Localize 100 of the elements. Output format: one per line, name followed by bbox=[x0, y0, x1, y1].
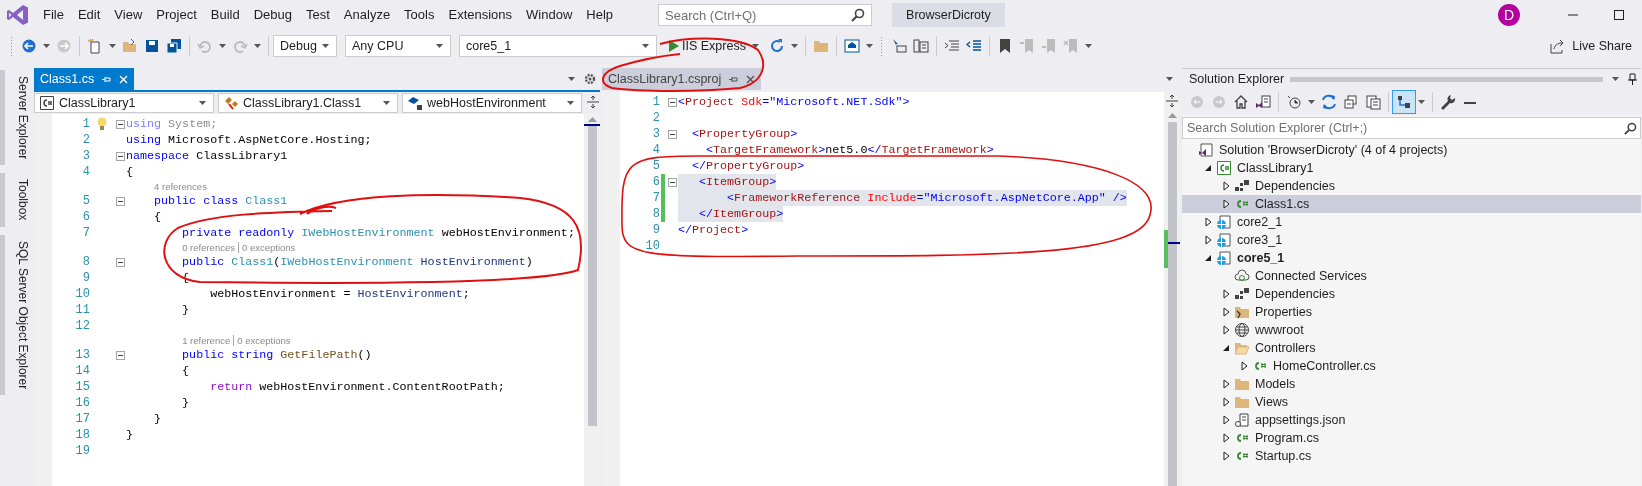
tree-item[interactable]: wwwroot bbox=[1182, 321, 1641, 339]
expanded-arrow-icon[interactable] bbox=[1222, 344, 1230, 352]
menu-item[interactable]: Extensions bbox=[441, 4, 520, 26]
live-share-button[interactable]: Live Share bbox=[1550, 38, 1632, 54]
platform-dropdown[interactable]: Any CPU bbox=[345, 35, 451, 57]
scrollbar[interactable] bbox=[1164, 92, 1180, 486]
pin-icon[interactable] bbox=[1628, 73, 1637, 85]
tree-item[interactable]: Dependencies bbox=[1182, 177, 1641, 195]
menu-item[interactable]: Help bbox=[579, 4, 621, 26]
dropdown-icon[interactable] bbox=[1612, 77, 1619, 81]
tree-item[interactable]: Models bbox=[1182, 375, 1641, 393]
overflow-icon[interactable] bbox=[865, 44, 873, 48]
sync-toggle[interactable] bbox=[1393, 91, 1415, 113]
tree-item[interactable]: core5_1 bbox=[1182, 249, 1641, 267]
collapse-toggle[interactable] bbox=[115, 350, 125, 360]
tree-item[interactable]: Solution 'BrowserDicroty' (4 of 4 projects) bbox=[1182, 141, 1641, 159]
tree-item[interactable]: core3_1 bbox=[1182, 231, 1641, 249]
close-icon[interactable] bbox=[746, 74, 756, 84]
caret-icon[interactable] bbox=[642, 44, 649, 48]
configuration-dropdown[interactable]: Debug bbox=[273, 35, 337, 57]
collapse-toggle[interactable] bbox=[115, 196, 125, 206]
collapse-toggle[interactable] bbox=[667, 177, 677, 187]
caret-icon[interactable] bbox=[43, 44, 50, 48]
caret-icon[interactable] bbox=[790, 44, 798, 48]
caret-icon[interactable] bbox=[322, 44, 329, 48]
tree-item[interactable]: Startup.cs bbox=[1182, 447, 1641, 465]
dropdown-icon[interactable] bbox=[1166, 77, 1173, 81]
collapsed-arrow-icon[interactable] bbox=[1222, 181, 1230, 191]
collapse-toggle[interactable] bbox=[667, 129, 677, 139]
menu-item[interactable]: File bbox=[36, 4, 71, 26]
caret-icon[interactable] bbox=[1418, 100, 1425, 104]
app-logo[interactable] bbox=[7, 4, 29, 26]
collapsed-arrow-icon[interactable] bbox=[1222, 433, 1230, 443]
startup-project-dropdown[interactable]: core5_1 bbox=[459, 35, 657, 57]
menu-item[interactable]: Build bbox=[203, 4, 247, 26]
tree-item[interactable]: Dependencies bbox=[1182, 285, 1641, 303]
caret-icon[interactable] bbox=[254, 44, 261, 48]
menu-item[interactable]: Window bbox=[519, 4, 580, 26]
run-button[interactable]: IIS Express bbox=[665, 35, 766, 57]
caret-icon[interactable] bbox=[1308, 100, 1315, 104]
collapsed-arrow-icon[interactable] bbox=[1222, 199, 1230, 209]
overflow-icon[interactable] bbox=[1084, 44, 1092, 48]
codelens-link[interactable]: 0 exceptions bbox=[237, 242, 296, 253]
tree-item[interactable]: appsettings.json bbox=[1182, 411, 1641, 429]
tree-item[interactable]: Controllers bbox=[1182, 339, 1641, 357]
expanded-arrow-icon[interactable] bbox=[1204, 254, 1212, 262]
caret-icon[interactable] bbox=[109, 44, 116, 48]
menu-item[interactable]: Test bbox=[299, 4, 337, 26]
tree-item[interactable]: Class1.cs bbox=[1182, 195, 1641, 213]
caret-icon[interactable] bbox=[219, 44, 226, 48]
collapsed-arrow-icon[interactable] bbox=[1222, 307, 1230, 317]
menu-item[interactable]: Edit bbox=[70, 4, 108, 26]
collapsed-arrow-icon[interactable] bbox=[1222, 289, 1230, 299]
search-field[interactable]: Search (Ctrl+Q) bbox=[658, 4, 873, 26]
tree-item[interactable]: Properties bbox=[1182, 303, 1641, 321]
caret-icon[interactable] bbox=[567, 101, 574, 105]
collapsed-arrow-icon[interactable] bbox=[1222, 451, 1230, 461]
tree-item[interactable]: core2_1 bbox=[1182, 213, 1641, 231]
collapsed-arrow-icon[interactable] bbox=[1204, 235, 1212, 245]
tree-item[interactable]: Program.cs bbox=[1182, 429, 1641, 447]
tree-item[interactable]: Connected Services bbox=[1182, 267, 1641, 285]
avatar[interactable]: D bbox=[1498, 4, 1520, 26]
codelens-link[interactable]: 0 exceptions bbox=[233, 335, 291, 346]
menu-item[interactable]: View bbox=[107, 4, 150, 26]
codelens-link[interactable]: 0 references bbox=[182, 242, 235, 253]
collapsed-arrow-icon[interactable] bbox=[1222, 379, 1230, 389]
navigation-dropdown[interactable]: webHostEnvironment bbox=[402, 93, 582, 113]
navigation-dropdown[interactable]: ClassLibrary1.Class1 bbox=[218, 93, 398, 113]
menu-item[interactable]: Tools bbox=[397, 4, 442, 26]
lightbulb-icon[interactable] bbox=[97, 117, 107, 131]
tree-item[interactable]: ClassLibrary1 bbox=[1182, 159, 1641, 177]
document-tab[interactable]: ClassLibrary1.csproj bbox=[602, 68, 762, 90]
collapsed-arrow-icon[interactable] bbox=[1240, 361, 1248, 371]
caret-icon[interactable] bbox=[199, 101, 206, 105]
settings-icon[interactable] bbox=[584, 73, 596, 85]
collapsed-arrow-icon[interactable] bbox=[1222, 415, 1230, 425]
collapse-toggle[interactable] bbox=[115, 151, 125, 161]
scrollbar[interactable] bbox=[584, 114, 600, 486]
tree-item[interactable]: HomeController.cs bbox=[1182, 357, 1641, 375]
search-field[interactable]: Search Solution Explorer (Ctrl+;) bbox=[1182, 117, 1641, 139]
caret-icon[interactable] bbox=[751, 44, 759, 48]
tree-item[interactable]: Views bbox=[1182, 393, 1641, 411]
collapsed-arrow-icon[interactable] bbox=[1222, 397, 1230, 407]
collapse-toggle[interactable] bbox=[667, 97, 677, 107]
split-icon[interactable] bbox=[1165, 94, 1179, 108]
split-icon[interactable] bbox=[586, 95, 600, 109]
caret-icon[interactable] bbox=[383, 101, 390, 105]
menu-item[interactable]: Debug bbox=[246, 4, 299, 26]
navigation-dropdown[interactable]: ClassLibrary1 bbox=[34, 93, 214, 113]
menu-item[interactable]: Project bbox=[149, 4, 204, 26]
caret-icon[interactable] bbox=[436, 44, 443, 48]
collapse-toggle[interactable] bbox=[115, 119, 125, 129]
codelens-link[interactable]: 1 reference bbox=[182, 335, 231, 346]
dropdown-icon[interactable] bbox=[568, 77, 575, 81]
menu-item[interactable]: Analyze bbox=[336, 4, 398, 26]
collapsed-arrow-icon[interactable] bbox=[1204, 217, 1212, 227]
collapsed-arrow-icon[interactable] bbox=[1222, 325, 1230, 335]
expanded-arrow-icon[interactable] bbox=[1204, 164, 1212, 172]
collapse-toggle[interactable] bbox=[115, 257, 125, 267]
codelens-link[interactable]: 4 references bbox=[154, 181, 207, 192]
